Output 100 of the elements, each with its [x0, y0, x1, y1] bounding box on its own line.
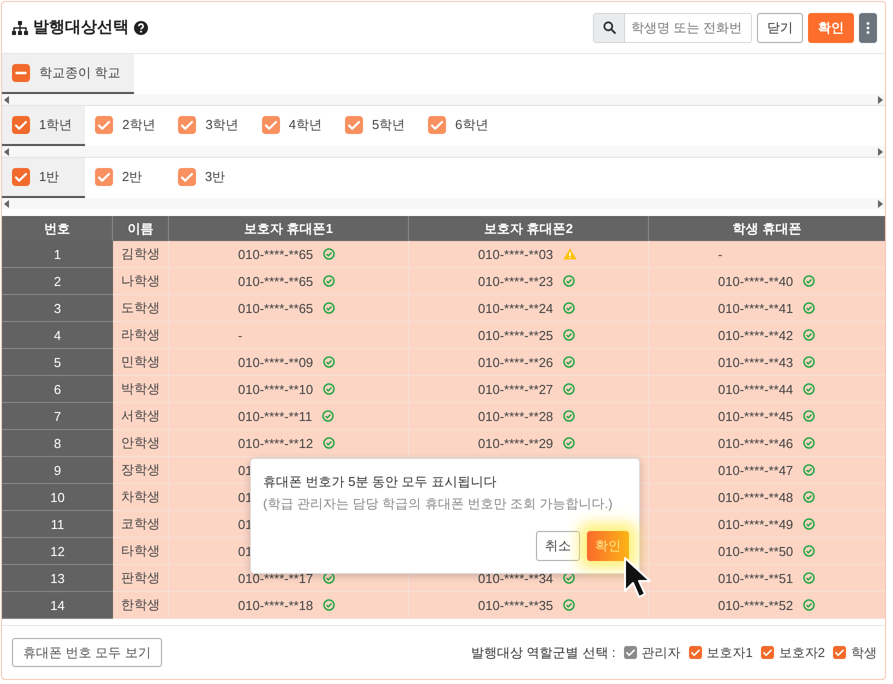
cancel-button[interactable]: 취소	[536, 531, 580, 561]
scroll-left-icon[interactable]	[4, 96, 9, 104]
grade-tab[interactable]: 6학년	[418, 106, 502, 146]
row-number: 12	[2, 538, 113, 565]
table-cell: 차학생	[113, 484, 169, 511]
phone-number: 010-****-**28	[478, 408, 554, 424]
table-cell: 코학생	[113, 511, 169, 538]
phone-number: 010-****-**45	[718, 408, 794, 424]
grade-tab[interactable]: 1학년	[2, 106, 86, 146]
row-number: 10	[2, 484, 113, 511]
phone-number: 010-****-**25	[478, 328, 554, 342]
table-cell: 김학생	[113, 241, 169, 268]
row-number: 8	[2, 430, 113, 457]
phone-number: 010-****-**11	[238, 408, 312, 424]
class-tab[interactable]: 3반	[168, 158, 251, 198]
table-cell: 나학생	[113, 268, 169, 295]
row-number: 7	[2, 403, 113, 430]
phone-number: 010-****-**12	[238, 436, 314, 450]
row-number: 13	[2, 565, 113, 592]
class-tab[interactable]: 1반	[2, 158, 85, 198]
column-header[interactable]: 번호	[2, 216, 113, 241]
help-icon[interactable]	[134, 20, 148, 34]
show-all-button[interactable]: 휴대폰 번호 모두 보기	[12, 638, 162, 667]
grade-tab[interactable]: 5학년	[334, 106, 418, 146]
checkbox[interactable]	[178, 116, 196, 134]
phone-number: 010-****-**44	[718, 382, 794, 396]
role-filter-label: 발행대상 역할군별 선택 :	[471, 644, 616, 662]
checkbox[interactable]	[12, 116, 30, 134]
role-checkbox[interactable]: 학생	[833, 644, 877, 662]
checkbox[interactable]	[12, 168, 30, 186]
checkbox[interactable]	[688, 646, 702, 659]
table-cell: -	[649, 241, 885, 268]
table-cell: 라학생	[113, 322, 169, 349]
role-checkbox[interactable]: 보호자1	[688, 644, 753, 662]
checkbox[interactable]	[95, 168, 113, 186]
phone-number: 010-****-**65	[238, 274, 314, 288]
phone-number: 010-****-**26	[478, 354, 554, 370]
table-cell: 도학생	[113, 295, 169, 322]
phone-number: 010-****-**51	[718, 570, 794, 586]
phone-number: 010-****-**34	[478, 570, 554, 586]
search-icon	[602, 21, 616, 34]
more-button[interactable]	[859, 12, 877, 42]
grade-tab[interactable]: 3학년	[168, 106, 252, 146]
row-number: 6	[2, 376, 113, 403]
phone-number: 010-****-**17	[238, 570, 314, 586]
phone-number: 010-****-**65	[238, 246, 314, 262]
checkbox[interactable]	[344, 116, 363, 134]
role-checkbox[interactable]: 보호자2	[760, 644, 825, 662]
horizontal-scrollbar[interactable]	[2, 146, 885, 157]
phone-number: 010-****-**49	[718, 516, 794, 532]
phone-number: 010-****-**65	[238, 300, 314, 316]
phone-number: 010-****-**27	[478, 382, 554, 396]
column-header[interactable]: 보호자 휴대폰1	[169, 216, 409, 241]
checkbox[interactable]	[95, 116, 114, 134]
close-button[interactable]: 닫기	[757, 12, 803, 42]
phone-number: 010-****-**50	[718, 544, 794, 558]
table-cell: 서학생	[113, 403, 169, 430]
phone-number: 010-****-**42	[718, 328, 794, 342]
horizontal-scrollbar[interactable]	[2, 94, 885, 105]
more-icon	[866, 22, 870, 34]
phone-number: 010-****-**35	[478, 598, 554, 612]
grade-tab[interactable]: 2학년	[85, 106, 168, 146]
checkbox[interactable]	[262, 116, 280, 134]
scroll-right-icon[interactable]	[878, 148, 883, 156]
table-cell: 판학생	[113, 565, 169, 592]
phone-number: 010-****-**10	[238, 382, 314, 396]
phone-number: 010-****-**03	[478, 246, 554, 262]
column-header[interactable]: 이름	[113, 216, 169, 241]
class-tab[interactable]: 2반	[85, 158, 168, 198]
phone-number: 010-****-**40	[718, 274, 794, 288]
scroll-left-icon[interactable]	[4, 200, 9, 208]
horizontal-scrollbar[interactable]	[2, 198, 885, 209]
checkbox[interactable]	[178, 168, 196, 186]
scroll-right-icon[interactable]	[878, 200, 883, 208]
phone-number: 010-****-**48	[718, 490, 794, 504]
phone-number: 010-****-**09	[238, 354, 314, 370]
checkbox[interactable]	[428, 116, 446, 134]
row-number: 9	[2, 457, 113, 484]
school-tab[interactable]: 학교종이 학교	[2, 54, 134, 94]
phone-number: 010-****-**23	[478, 274, 554, 288]
grade-tab[interactable]: 4학년	[252, 106, 335, 146]
phone-number: 010-****-**43	[718, 354, 794, 370]
row-number: 5	[2, 349, 113, 376]
column-header[interactable]: 학생 휴대폰	[649, 216, 885, 241]
checkbox[interactable]	[833, 646, 846, 659]
table-cell: 민학생	[113, 349, 169, 376]
scroll-left-icon[interactable]	[4, 148, 9, 156]
scroll-right-icon[interactable]	[878, 96, 883, 104]
checkbox[interactable]	[760, 646, 774, 659]
phone-number: 010-****-**41	[718, 300, 794, 316]
page-title: 발행대상선택	[33, 18, 129, 38]
row-number: 3	[2, 295, 113, 322]
table-cell: 안학생	[113, 430, 169, 457]
column-header[interactable]: 보호자 휴대폰2	[409, 216, 649, 241]
phone-number: 010-****-**47	[718, 462, 794, 478]
row-number: 1	[2, 241, 113, 268]
row-number: 2	[2, 268, 113, 295]
checkbox[interactable]	[12, 64, 30, 82]
search-field[interactable]: 학생명 또는 전화번	[593, 12, 752, 42]
hierarchy-icon	[12, 20, 28, 34]
